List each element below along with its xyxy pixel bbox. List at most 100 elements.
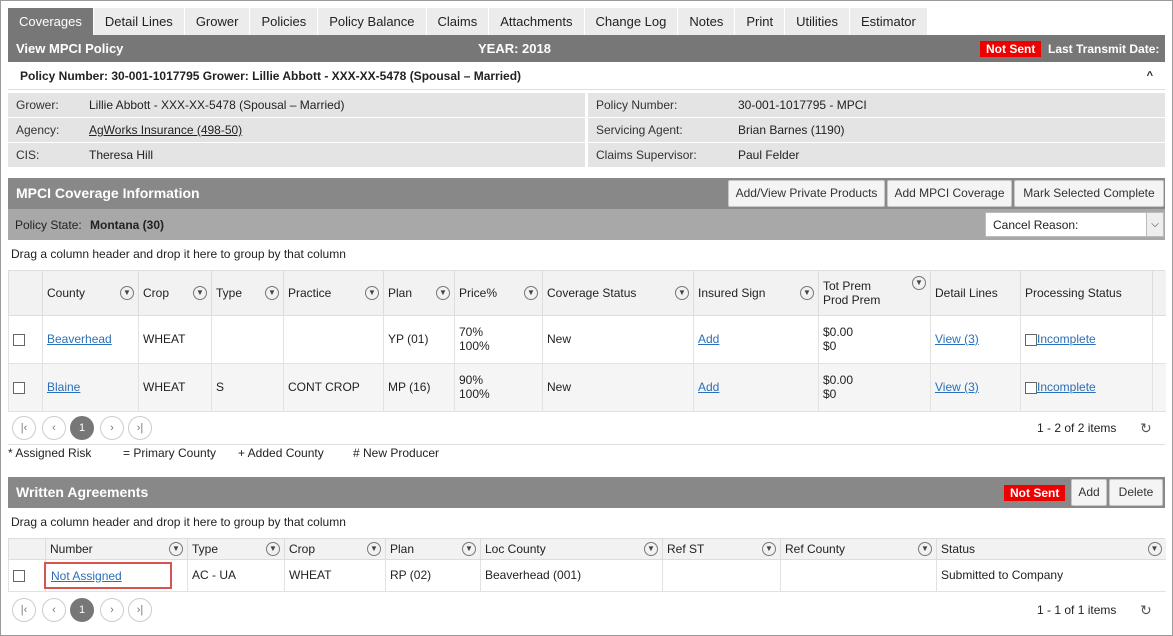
type-cell: S	[211, 363, 284, 412]
column-header-practice[interactable]: Practice ▼	[283, 271, 384, 316]
tab-policies[interactable]: Policies	[250, 8, 319, 35]
processing-status-link[interactable]: Incomplete	[1037, 380, 1096, 394]
filter-icon[interactable]: ▼	[193, 285, 207, 300]
pager-summary: 1 - 1 of 1 items	[1037, 603, 1117, 617]
insured-sign-add-link[interactable]: Add	[698, 380, 719, 394]
filter-icon[interactable]: ▼	[266, 541, 280, 556]
refresh-icon[interactable]: ↻	[1140, 420, 1152, 437]
column-header-type[interactable]: Type ▼	[187, 539, 285, 560]
column-header-crop[interactable]: Crop ▼	[284, 539, 386, 560]
prev-page-icon[interactable]: ‹	[42, 416, 66, 440]
column-header-ref-county[interactable]: Ref County ▼	[780, 539, 937, 560]
coverage-header-row: County ▼ Crop ▼ Type ▼ Practice ▼ Plan ▼ Pric…	[8, 271, 1166, 316]
table-row[interactable]: Beaverhead WHEAT YP (01) 70% 100% New Add…	[8, 315, 1166, 364]
tab-notes[interactable]: Notes	[678, 8, 736, 35]
column-header-crop[interactable]: Crop ▼	[138, 271, 212, 316]
row-checkbox[interactable]	[13, 569, 25, 582]
tab-print[interactable]: Print	[735, 8, 786, 35]
agency-link[interactable]: AgWorks Insurance (498-50)	[89, 118, 242, 142]
refresh-icon[interactable]: ↻	[1140, 602, 1152, 619]
filter-icon[interactable]: ▼	[265, 285, 279, 300]
filter-icon[interactable]: ▼	[1147, 541, 1162, 556]
county-link[interactable]: Beaverhead	[47, 332, 112, 346]
table-row[interactable]: Not Assigned AC - UA WHEAT RP (02) Beave…	[8, 559, 1166, 592]
tab-attachments[interactable]: Attachments	[489, 8, 585, 35]
mark-selected-complete-button[interactable]: Mark Selected Complete	[1014, 180, 1164, 207]
column-header-type[interactable]: Type ▼	[211, 271, 284, 316]
filter-icon[interactable]: ▼	[436, 285, 450, 300]
table-row[interactable]: Blaine WHEAT S CONT CROP MP (16) 90% 100%…	[8, 363, 1166, 412]
tab-utilities[interactable]: Utilities	[785, 8, 850, 35]
agreement-number-link[interactable]: Not Assigned	[51, 569, 122, 583]
filter-icon[interactable]: ▼	[918, 541, 932, 556]
filter-icon[interactable]: ▼	[675, 285, 689, 300]
detail-lines-view-link[interactable]: View (3)	[935, 380, 979, 394]
first-page-icon[interactable]: |‹	[12, 598, 36, 622]
tab-estimator[interactable]: Estimator	[849, 8, 928, 35]
add-view-private-products-button[interactable]: Add/View Private Products	[728, 180, 885, 207]
cancel-reason-select[interactable]: Cancel Reason: ⌵	[985, 212, 1164, 237]
page-number-button[interactable]: 1	[70, 416, 94, 440]
tab-coverages[interactable]: Coverages	[8, 8, 94, 35]
filter-icon[interactable]: ▼	[762, 541, 776, 556]
tab-policy-balance[interactable]: Policy Balance	[318, 8, 427, 35]
first-page-icon[interactable]: |‹	[12, 416, 36, 440]
agreements-group-drop-zone[interactable]: Drag a column header and drop it here to…	[8, 508, 1165, 539]
practice-header-label: Practice	[288, 285, 332, 300]
column-header-loc-county[interactable]: Loc County ▼	[480, 539, 663, 560]
select-all-header	[8, 539, 46, 560]
claims-supervisor-label: Claims Supervisor:	[596, 148, 697, 162]
add-mpci-coverage-button[interactable]: Add MPCI Coverage	[887, 180, 1012, 207]
detail-lines-header-label: Detail Lines	[935, 285, 998, 300]
tab-change-log[interactable]: Change Log	[584, 8, 679, 35]
filter-icon[interactable]: ▼	[644, 541, 658, 556]
column-header-status[interactable]: Status ▼	[936, 539, 1166, 560]
next-page-icon[interactable]: ›	[100, 416, 124, 440]
agreements-pager: |‹ ‹ 1 › ›| 1 - 1 of 1 items ↻	[8, 593, 1165, 627]
chevron-down-icon[interactable]: ⌵	[1146, 213, 1163, 236]
column-header-price[interactable]: Price% ▼	[454, 271, 543, 316]
next-page-icon[interactable]: ›	[100, 598, 124, 622]
select-all-header	[8, 271, 43, 316]
add-agreement-button[interactable]: Add	[1071, 479, 1107, 506]
prev-page-icon[interactable]: ‹	[42, 598, 66, 622]
column-header-insured-sign[interactable]: Insured Sign ▼	[693, 271, 819, 316]
tab-grower[interactable]: Grower	[184, 8, 251, 35]
status-badge: Not Sent	[980, 41, 1042, 57]
coverage-group-drop-zone[interactable]: Drag a column header and drop it here to…	[8, 240, 1165, 271]
detail-lines-view-link[interactable]: View (3)	[935, 332, 979, 346]
column-header-coverage-status[interactable]: Coverage Status ▼	[542, 271, 694, 316]
processing-checkbox[interactable]	[1025, 381, 1037, 394]
filter-icon[interactable]: ▼	[365, 285, 379, 300]
column-header-processing-status[interactable]: Processing Status	[1020, 271, 1153, 316]
collapse-icon[interactable]: ^	[1147, 62, 1153, 90]
filter-icon[interactable]: ▼	[367, 541, 381, 556]
column-header-detail-lines[interactable]: Detail Lines	[930, 271, 1021, 316]
row-checkbox[interactable]	[13, 333, 25, 346]
column-header-number[interactable]: Number ▼	[45, 539, 188, 560]
filter-icon[interactable]: ▼	[524, 285, 538, 300]
column-header-plan[interactable]: Plan ▼	[383, 271, 455, 316]
filter-icon[interactable]: ▼	[800, 285, 814, 300]
filter-icon[interactable]: ▼	[912, 276, 926, 290]
column-header-ref-st[interactable]: Ref ST ▼	[662, 539, 781, 560]
delete-agreement-button[interactable]: Delete	[1109, 479, 1163, 506]
filter-icon[interactable]: ▼	[169, 541, 183, 556]
processing-status-link[interactable]: Incomplete	[1037, 332, 1096, 346]
column-header-county[interactable]: County ▼	[42, 271, 139, 316]
processing-checkbox[interactable]	[1025, 333, 1037, 346]
tab-claims[interactable]: Claims	[426, 8, 490, 35]
last-page-icon[interactable]: ›|	[128, 416, 152, 440]
column-header-plan[interactable]: Plan ▼	[385, 539, 481, 560]
filter-icon[interactable]: ▼	[462, 541, 476, 556]
tab-detail-lines[interactable]: Detail Lines	[93, 8, 185, 35]
legend-primary-county: = Primary County	[123, 446, 217, 460]
filter-icon[interactable]: ▼	[120, 285, 134, 300]
row-checkbox[interactable]	[13, 381, 25, 394]
policy-summary-line[interactable]: Policy Number: 30-001-1017795 Grower: Li…	[8, 62, 1165, 90]
column-header-premium[interactable]: Tot Prem Prod Prem ▼	[818, 271, 931, 316]
county-link[interactable]: Blaine	[47, 380, 80, 394]
insured-sign-add-link[interactable]: Add	[698, 332, 719, 346]
last-page-icon[interactable]: ›|	[128, 598, 152, 622]
page-number-button[interactable]: 1	[70, 598, 94, 622]
